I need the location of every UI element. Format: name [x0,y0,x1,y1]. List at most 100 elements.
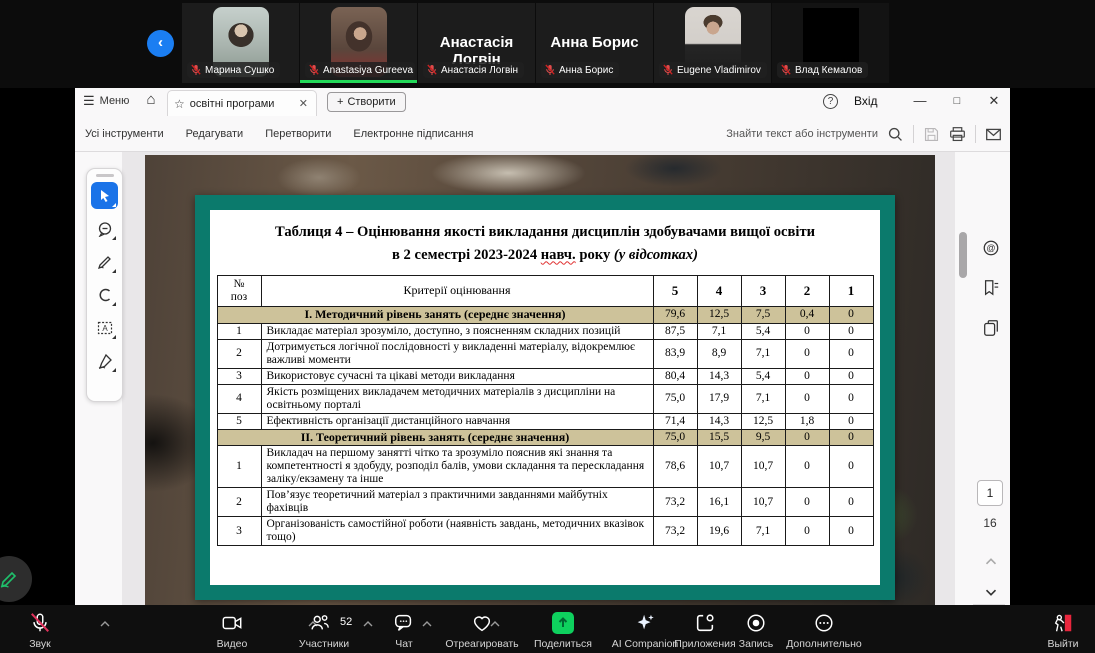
participants-label: Участники [298,638,350,650]
participant-tile[interactable]: Анастасія Логвін Анастасія Логвін [418,3,535,83]
comment-tool[interactable] [91,215,118,242]
participant-name: Eugene Vladimirov [677,64,761,76]
value-cell: 87,5 [652,322,698,340]
document-tab[interactable]: ☆ освітні програми ✕ [167,90,317,116]
value-cell: 0 [784,516,830,547]
video-label: Видео [216,638,248,650]
caption-line2-mid: року [575,246,614,263]
participant-display-name: Анна Борис [550,34,639,51]
menu-button[interactable]: ☰ Меню [83,93,129,109]
more-control[interactable]: Дополнительно [778,605,870,653]
section-title-cell: І. Методичний рівень занять (середнє зна… [216,306,654,324]
value-cell: 12,5 [696,306,742,324]
text-select-tool[interactable]: A [91,314,118,341]
star-icon[interactable]: ☆ [174,97,185,111]
next-page-icon[interactable] [979,580,1003,604]
lasso-tool[interactable] [91,281,118,308]
value-cell: 5,4 [740,367,786,385]
chat-options-caret[interactable] [422,621,432,627]
value-cell: 7,5 [740,306,786,324]
value-cell: 83,9 [652,338,698,369]
collapse-filmstrip-button[interactable]: ‹ [147,30,174,57]
login-button[interactable]: Вхід [854,94,878,108]
criteria-row: 1 Викладач на першому занятті чітко та зр… [216,445,874,489]
row-number-cell: 1 [216,322,262,340]
submenu-corner [112,203,116,207]
menubar-item-convert[interactable]: Перетворити [265,128,331,140]
submenu-corner [112,335,116,339]
tab-close-icon[interactable]: ✕ [297,97,310,110]
fill-sign-tool[interactable] [91,347,118,374]
help-button[interactable]: ? [823,94,838,109]
audio-control[interactable]: Звук [8,605,72,653]
submenu-corner [112,236,116,240]
record-icon [745,612,767,634]
divider [913,125,914,143]
participant-tile[interactable]: Влад Кемалов [772,3,889,83]
record-label: Запись [738,638,774,650]
react-control[interactable]: Отреагировать [432,605,532,653]
record-control[interactable]: Запись [730,605,782,653]
value-cell: 0 [828,412,874,430]
participant-tiles: Марина Сушко Anastasiya Gureeva Анастасі… [182,3,890,83]
participant-tile[interactable]: Eugene Vladimirov [654,3,771,83]
participants-options-caret[interactable] [363,621,373,627]
more-label: Дополнительно [786,638,862,650]
maximize-button[interactable]: □ [944,91,970,111]
criteria-row: 2 Пов’язує теоретичний матеріал з практич… [216,487,874,518]
video-control[interactable]: Видео [200,605,264,653]
share-screen-control[interactable]: Поделиться [530,605,596,653]
react-options-caret[interactable] [490,621,500,627]
muted-mic-icon [309,64,319,75]
drag-handle[interactable] [95,174,114,177]
page-number-input[interactable]: 1 [977,480,1003,506]
bookmarks-panel-icon[interactable] [979,276,1003,300]
criteria-cell: Викладач на першому занятті чітко та зро… [260,445,654,489]
participant-tile[interactable]: Anastasiya Gureeva [300,3,417,83]
participants-control[interactable]: 52 Участники [288,605,360,653]
value-cell: 0 [784,445,830,489]
row-number-cell: 3 [216,516,262,547]
menubar-item-all-tools[interactable]: Усі інструменти [85,128,164,140]
search-label[interactable]: Знайти текст або інструменти [726,128,878,140]
participant-tile[interactable]: Анна Борис Анна Борис [536,3,653,83]
pdf-app-window: ☰ Меню ⌂ ☆ освітні програми ✕ + Створити… [75,88,1010,605]
row-number-cell: 5 [216,412,262,430]
menubar-item-edit[interactable]: Редагувати [186,128,244,140]
chat-control[interactable]: Чат [382,605,426,653]
value-cell: 10,7 [740,487,786,518]
participant-name-badge: Марина Сушко [187,62,281,78]
save-icon[interactable] [923,126,940,143]
submenu-corner [112,368,116,372]
pencil-icon [0,571,17,588]
draw-tool[interactable] [91,248,118,275]
create-button[interactable]: + Створити [327,92,406,112]
close-button[interactable]: ✕ [981,91,1007,111]
criteria-row: 3 Організованість самостійної роботи (ная… [216,516,874,547]
page-thumbnails-icon[interactable] [979,316,1003,340]
search-icon[interactable] [887,126,904,143]
participant-tile[interactable]: Марина Сушко [182,3,299,83]
col-header-score-4: 4 [696,275,742,308]
minimize-button[interactable]: — [907,91,933,111]
leave-meeting-control[interactable]: Выйти [1035,605,1091,653]
value-cell: 7,1 [740,338,786,369]
email-icon[interactable] [985,126,1002,143]
audio-options-caret[interactable] [100,621,110,627]
home-button[interactable]: ⌂ [139,91,163,113]
previous-page-icon[interactable] [979,550,1003,574]
audio-label: Звук [29,638,51,650]
value-cell: 0 [828,516,874,547]
vertical-scrollbar[interactable] [959,232,967,278]
annotate-button[interactable] [0,556,32,602]
print-icon[interactable] [949,126,966,143]
menubar-item-esign[interactable]: Електронне підписання [353,128,473,140]
value-cell: 78,6 [652,445,698,489]
select-tool[interactable] [91,182,118,209]
participant-name-badge: Eugene Vladimirov [659,62,767,78]
comments-panel-icon[interactable]: @ [979,236,1003,260]
leave-meeting-icon [1052,612,1074,634]
evaluation-table-body: І. Методичний рівень занять (середнє зна… [216,306,874,547]
active-speaker-indicator [300,80,417,83]
slide-frame: Таблиця 4 – Оцінювання якості викладання… [195,195,895,600]
